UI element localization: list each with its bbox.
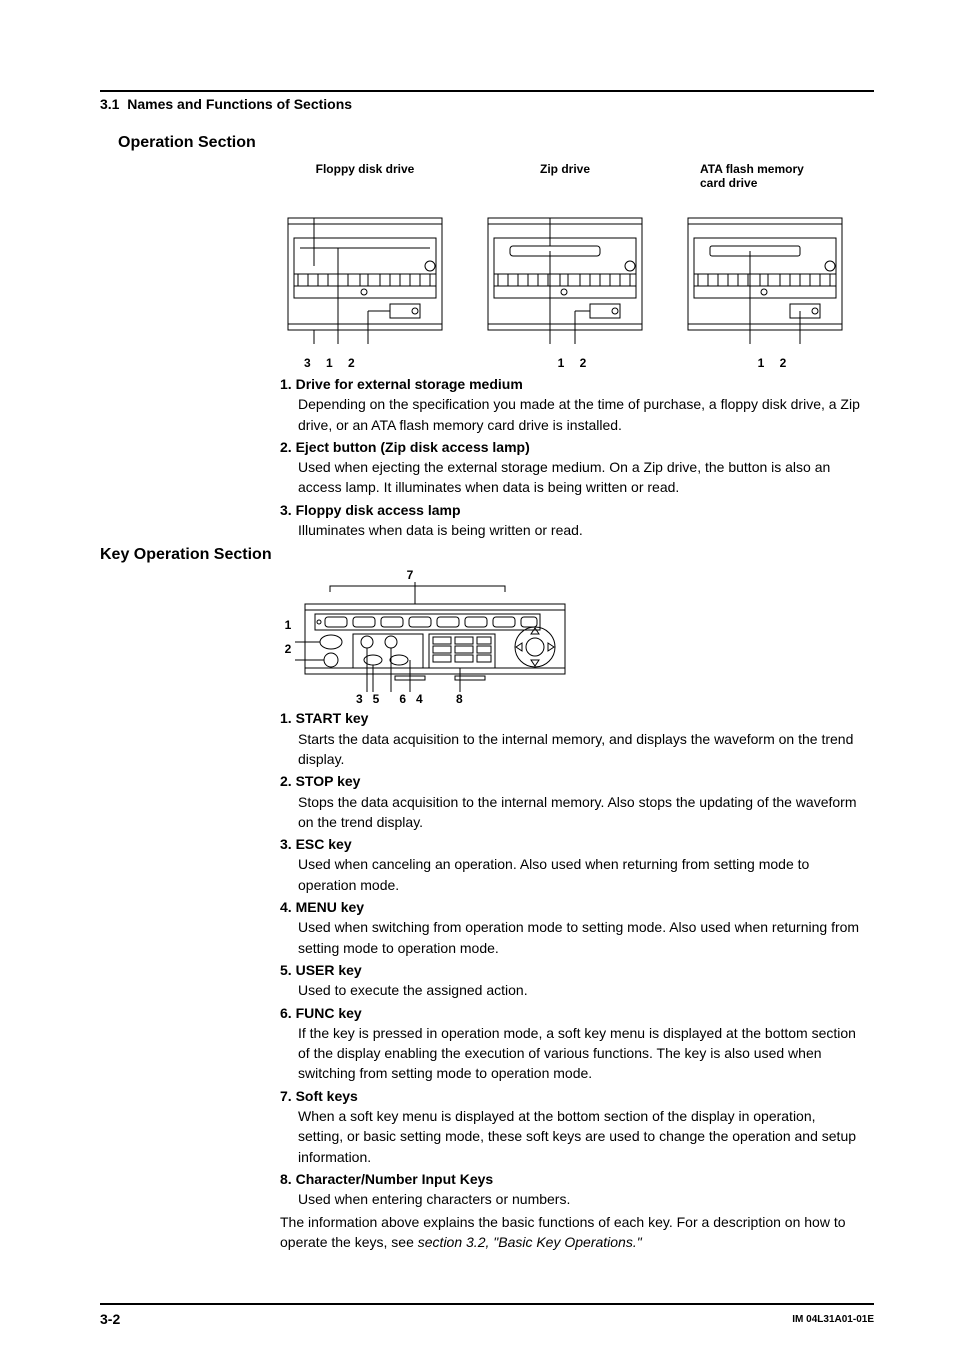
floppy-callouts: 3 1 2: [304, 356, 361, 370]
zip-diagram: Zip drive: [480, 162, 650, 370]
operation-list: 1. Drive for external storage medium Dep…: [280, 374, 864, 540]
footer-rule: [100, 1303, 874, 1305]
key-panel-diagram: 7 1 2: [280, 568, 580, 706]
ata-diagram: ATA flash memory card drive: [680, 162, 850, 370]
ata-drive-icon: [680, 196, 850, 356]
key-operation-title: Key Operation Section: [100, 546, 874, 564]
bottom-callouts: 3 5 6 4 8: [290, 692, 570, 706]
zip-callouts: 1 2: [558, 356, 593, 370]
key-operation-list: 1. START keyStarts the data acquisition …: [280, 708, 864, 1209]
list-item: 1. START keyStarts the data acquisition …: [280, 708, 864, 769]
left-callout-1: 1: [285, 618, 292, 632]
section-header: 3.1 Names and Functions of Sections: [100, 96, 874, 112]
list-item: 6. FUNC keyIf the key is pressed in oper…: [280, 1003, 864, 1084]
ata-label: ATA flash memory card drive: [700, 162, 830, 196]
header-rule: [100, 90, 874, 92]
floppy-label: Floppy disk drive: [316, 162, 415, 196]
list-item: 3. Floppy disk access lamp Illuminates w…: [280, 500, 864, 541]
list-item: 4. MENU keyUsed when switching from oper…: [280, 897, 864, 958]
closing-note: The information above explains the basic…: [280, 1212, 864, 1253]
list-item: 7. Soft keysWhen a soft key menu is disp…: [280, 1086, 864, 1167]
ata-callouts: 1 2: [758, 356, 793, 370]
zip-drive-icon: [480, 196, 650, 356]
key-panel-icon: [295, 582, 575, 692]
list-item: 1. Drive for external storage medium Dep…: [280, 374, 864, 435]
zip-label: Zip drive: [540, 162, 590, 196]
list-item: 8. Character/Number Input KeysUsed when …: [280, 1169, 864, 1210]
floppy-drive-icon: [280, 196, 450, 356]
list-item: 3. ESC keyUsed when canceling an operati…: [280, 834, 864, 895]
page-number: 3-2: [100, 1311, 120, 1327]
drive-diagrams: Floppy disk drive: [280, 162, 874, 370]
doc-id: IM 04L31A01-01E: [792, 1314, 874, 1325]
left-callout-2: 2: [285, 642, 292, 656]
page: 3.1 Names and Functions of Sections Oper…: [0, 0, 954, 1351]
operation-section-title: Operation Section: [118, 134, 874, 152]
list-item: 5. USER keyUsed to execute the assigned …: [280, 960, 864, 1001]
floppy-diagram: Floppy disk drive: [280, 162, 450, 370]
section-number: 3.1: [100, 96, 119, 112]
section-title: Names and Functions of Sections: [127, 96, 352, 112]
top-callout-7: 7: [407, 568, 414, 582]
list-item: 2. Eject button (Zip disk access lamp) U…: [280, 437, 864, 498]
list-item: 2. STOP keyStops the data acquisition to…: [280, 771, 864, 832]
